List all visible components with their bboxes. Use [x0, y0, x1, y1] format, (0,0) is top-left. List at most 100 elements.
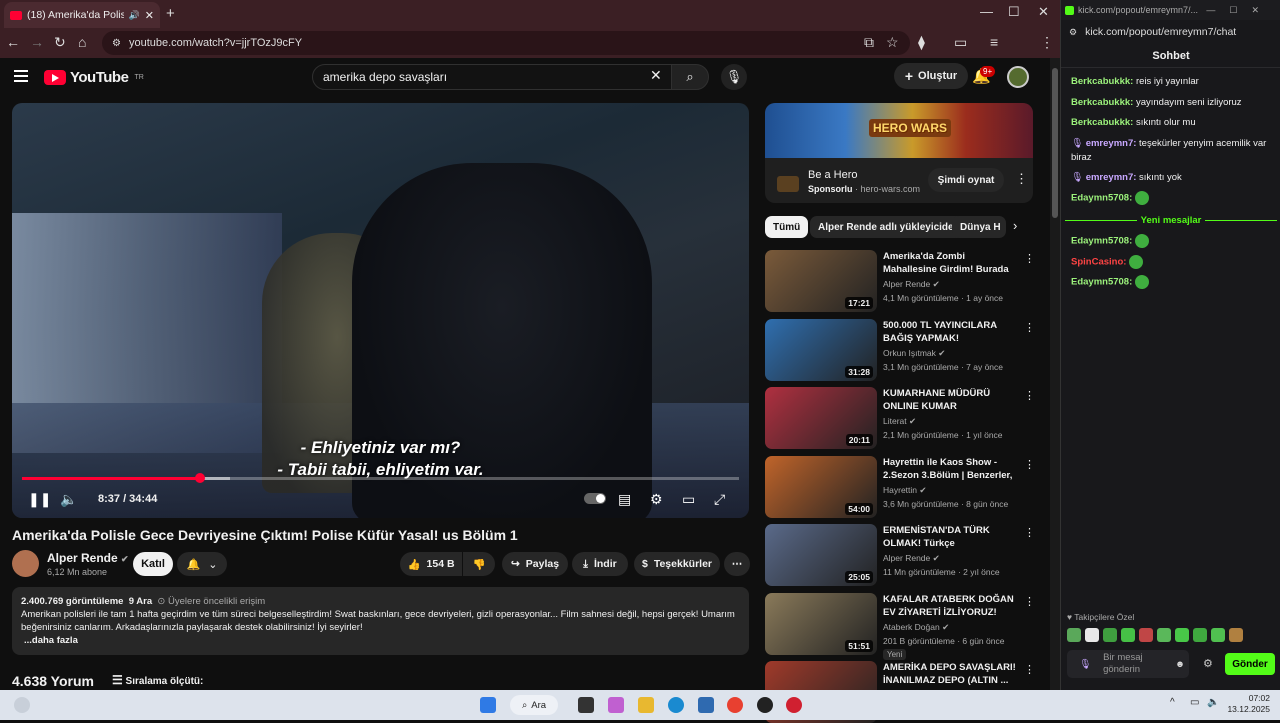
- related-thumbnail[interactable]: 31:28: [765, 318, 877, 381]
- kick-window-controls[interactable]: —☐✕: [1206, 5, 1273, 16]
- emote-icon[interactable]: [1175, 628, 1189, 642]
- emote-icon[interactable]: [1085, 628, 1099, 642]
- sort-comments-button[interactable]: ☰ Sıralama ölçütü:: [112, 673, 203, 687]
- emote-icon[interactable]: [1211, 628, 1225, 642]
- emote-icon[interactable]: [1193, 628, 1207, 642]
- related-video[interactable]: 17:21 Amerika'da Zombi Mahallesine Girdim…: [765, 250, 1035, 312]
- volume-tray-icon[interactable]: 🔈: [1207, 697, 1219, 708]
- chat-username[interactable]: Edaymn5708:: [1071, 277, 1132, 288]
- related-thumbnail[interactable]: 20:11: [765, 387, 877, 449]
- media-icon[interactable]: ≡: [990, 34, 998, 50]
- emoji-icon[interactable]: ☻: [1175, 659, 1185, 670]
- related-title[interactable]: ERMENİSTAN'DA TÜRK OLMAK! Türkçe konuştu…: [883, 524, 1019, 550]
- fullscreen-icon[interactable]: ⤢: [714, 491, 725, 508]
- share-button[interactable]: ↪ Paylaş: [502, 552, 568, 576]
- chat-username[interactable]: Berkcabukkk:: [1071, 76, 1133, 87]
- account-avatar[interactable]: [1007, 66, 1029, 88]
- browser-tab[interactable]: (18) Amerika'da Polisle Gece Devriyesine…: [4, 2, 160, 28]
- related-menu-icon[interactable]: ⋮: [1024, 595, 1035, 608]
- related-video[interactable]: 31:28 500.000 TL YAYINCILARA BAĞIŞ YAPMAK…: [765, 318, 1035, 381]
- search-input[interactable]: amerika depo savaşları: [312, 64, 672, 90]
- chat-settings-gear-icon[interactable]: ⚙: [1203, 657, 1213, 670]
- related-title[interactable]: KUMARHANE MÜDÜRÜ ONLINE KUMAR VIDEOLARIN…: [883, 387, 1019, 413]
- related-menu-icon[interactable]: ⋮: [1024, 252, 1035, 265]
- hamburger-menu-icon[interactable]: [14, 70, 28, 85]
- autoplay-toggle[interactable]: [584, 493, 606, 504]
- edge-icon[interactable]: [668, 697, 684, 713]
- chat-username[interactable]: Berkcabukkk:: [1071, 117, 1133, 128]
- related-thumbnail[interactable]: 25:05: [765, 524, 877, 586]
- tray-chevron-icon[interactable]: ^: [1170, 697, 1175, 708]
- chip-all[interactable]: Tümü: [765, 216, 809, 238]
- menu-dots-icon[interactable]: ⋮: [1040, 34, 1054, 51]
- progress-bar[interactable]: [22, 473, 739, 483]
- task-view-icon[interactable]: [578, 697, 594, 713]
- subtitles-icon[interactable]: ▤: [618, 491, 631, 508]
- video-player[interactable]: - Ehliyetiniz var mı? - Tabii tabii, ehl…: [12, 103, 749, 518]
- related-menu-icon[interactable]: ⋮: [1024, 458, 1035, 471]
- related-video[interactable]: 25:05 ERMENİSTAN'DA TÜRK OLMAK! Türkçe ko…: [765, 524, 1035, 586]
- minimize-icon[interactable]: —: [980, 4, 993, 19]
- related-menu-icon[interactable]: ⋮: [1024, 389, 1035, 402]
- sidebar-icon[interactable]: ▭: [954, 34, 967, 51]
- taskbar-search[interactable]: ⌕ Ara: [510, 695, 558, 715]
- download-button[interactable]: ⤓ İndir: [572, 552, 628, 576]
- reload-icon[interactable]: ↻: [54, 34, 66, 51]
- app-icon-red[interactable]: [786, 697, 802, 713]
- related-thumbnail[interactable]: 17:21: [765, 250, 877, 312]
- theater-mode-icon[interactable]: ▭: [682, 491, 695, 508]
- related-title[interactable]: AMERİKA DEPO SAVAŞLARI! İNANILMAZ DEPO (…: [883, 661, 1019, 687]
- progress-scrubber[interactable]: [194, 473, 205, 483]
- related-thumbnail[interactable]: 54:00: [765, 455, 877, 518]
- related-title[interactable]: KAFALAR ATABERK DOĞAN EV ZİYARETİ İZLİYO…: [883, 593, 1019, 619]
- related-title[interactable]: Amerika'da Zombi Mahallesine Girdim! Bur…: [883, 250, 1019, 276]
- emote-icon[interactable]: [1229, 628, 1243, 642]
- dislike-button[interactable]: 👎: [463, 552, 495, 576]
- youtube-logo[interactable]: YouTube TR: [44, 69, 144, 86]
- copilot-icon[interactable]: [608, 697, 624, 713]
- related-menu-icon[interactable]: ⋮: [1024, 526, 1035, 539]
- chat-username[interactable]: Edaymn5708:: [1071, 236, 1132, 247]
- emote-icon[interactable]: [1103, 628, 1117, 642]
- scrollbar-thumb[interactable]: [1052, 68, 1058, 218]
- system-clock[interactable]: 07:02 13.12.2025: [1226, 693, 1270, 715]
- related-video[interactable]: 51:51 KAFALAR ATABERK DOĞAN EV ZİYARETİ İ…: [765, 592, 1035, 660]
- maximize-icon[interactable]: ☐: [1008, 4, 1020, 20]
- thanks-button[interactable]: $ Teşekkürler: [634, 552, 720, 576]
- new-tab-button[interactable]: +: [166, 5, 175, 22]
- chat-username[interactable]: Berkcabukkk:: [1071, 97, 1133, 108]
- related-video[interactable]: 54:00 Hayrettin ile Kaos Show - 2.Sezon 3…: [765, 455, 1035, 518]
- emote-icon[interactable]: [1067, 628, 1081, 642]
- chrome-icon[interactable]: [727, 697, 743, 713]
- speaker-icon[interactable]: 🔊: [129, 10, 140, 21]
- chat-input[interactable]: 🎙 Bir mesaj gönderin ☻: [1067, 650, 1189, 678]
- network-icon[interactable]: ▭: [1190, 697, 1199, 708]
- voice-search-button[interactable]: 🎙: [721, 64, 747, 90]
- related-menu-icon[interactable]: ⋮: [1024, 321, 1035, 334]
- chat-username[interactable]: SpinCasino:: [1071, 256, 1126, 267]
- extensions-icon[interactable]: ⧫: [918, 34, 925, 51]
- site-info-icon[interactable]: ⚙: [112, 38, 121, 49]
- kick-address-bar[interactable]: ⚙ kick.com/popout/emreymn7/chat: [1061, 20, 1280, 44]
- emote-icon[interactable]: [1121, 628, 1135, 642]
- clear-search-icon[interactable]: ✕: [650, 67, 662, 84]
- channel-avatar[interactable]: [12, 550, 39, 577]
- related-thumbnail[interactable]: 51:51: [765, 592, 877, 655]
- chat-username[interactable]: Edaymn5708:: [1071, 193, 1132, 204]
- omnibox[interactable]: ⚙ youtube.com/watch?v=jjrTOzJ9cFY: [102, 31, 910, 55]
- ad-cta-button[interactable]: Şimdi oynat: [928, 168, 1004, 192]
- show-more-link[interactable]: ...daha fazla: [24, 634, 740, 647]
- bookmark-star-icon[interactable]: ☆: [886, 34, 899, 51]
- back-icon[interactable]: ←: [6, 34, 20, 50]
- related-title[interactable]: Hayrettin ile Kaos Show - 2.Sezon 3.Bölü…: [883, 456, 1019, 482]
- related-menu-icon[interactable]: ⋮: [1024, 663, 1035, 676]
- emote-icon[interactable]: [1157, 628, 1171, 642]
- send-button[interactable]: Gönder: [1225, 653, 1275, 675]
- search-button[interactable]: ⌕: [671, 64, 709, 90]
- start-icon[interactable]: [480, 697, 496, 713]
- forward-icon[interactable]: →: [30, 34, 44, 50]
- outlook-icon[interactable]: [698, 697, 714, 713]
- channel-name[interactable]: Alper Rende ✔: [47, 551, 129, 565]
- cast-icon[interactable]: ⧉: [864, 34, 874, 51]
- join-button[interactable]: Katıl: [133, 552, 173, 576]
